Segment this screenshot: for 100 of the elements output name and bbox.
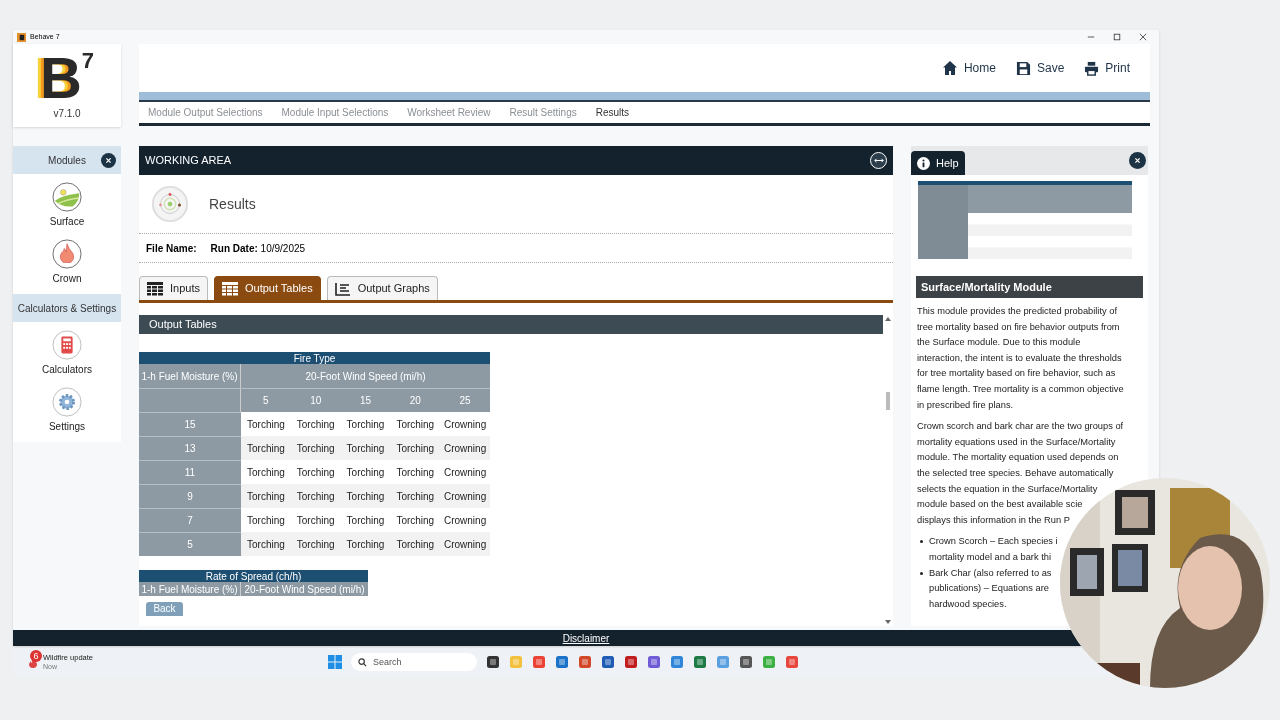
help-heading: Surface/Mortality Module <box>916 276 1143 298</box>
table-cell-text: Torching <box>345 417 386 432</box>
table-cell-text: Torching <box>345 441 386 456</box>
module-button[interactable]: Calculators <box>42 330 92 377</box>
expand-button[interactable] <box>870 152 887 169</box>
table-cell-text: Torching <box>295 417 336 432</box>
bullet-icon <box>920 540 923 544</box>
info-icon <box>917 156 930 170</box>
app-icon <box>716 655 730 669</box>
help-text-line: interaction, the intent is to evaluate the thresholds <box>917 351 1123 365</box>
help-text-line: mortality model and a bark thi <box>929 550 1052 564</box>
column-header: 20-Foot Wind Speed (mi/h) <box>241 582 368 596</box>
column-header: 1-h Fuel Moisture (%) <box>139 582 241 596</box>
app-icon <box>647 655 661 669</box>
table-cell-text: Torching <box>295 441 336 456</box>
table-cell-text: Crowning <box>442 417 488 432</box>
home-button[interactable]: Home <box>941 59 996 77</box>
home-icon <box>941 60 958 76</box>
table-cell-text: Torching <box>246 537 286 552</box>
table-cell-text: Torching <box>295 489 336 504</box>
version-label: v7.1.0 <box>53 107 81 121</box>
app-icon <box>532 655 546 669</box>
table-cell-text: Crowning <box>442 489 488 504</box>
help-text-line: module. The mortality equation used depends on <box>917 451 1120 465</box>
tab[interactable]: Output Graphs <box>326 276 438 300</box>
table-cell-text: Torching <box>345 465 386 480</box>
table-cell-text: Torching <box>246 513 286 528</box>
table-cell-text: Crowning <box>442 465 488 480</box>
help-text-line: for tree mortality based on fire behavior, such as <box>917 367 1117 381</box>
row-header: 9 <box>139 484 241 508</box>
table-cell-text: Torching <box>395 417 436 432</box>
module-button[interactable]: Crown <box>52 239 82 286</box>
step-link[interactable]: Result Settings <box>509 105 577 120</box>
table-cell-text: Crowning <box>442 537 488 552</box>
gear-icon <box>52 387 82 417</box>
help-text-line: flame length. Tree mortality is a common objective <box>917 382 1125 396</box>
help-text-line: the Surface module. Due to this module <box>917 336 1082 350</box>
table-cell-text: Torching <box>295 513 336 528</box>
app-icon <box>624 655 638 669</box>
table-cell-text: Torching <box>395 441 436 456</box>
app-icon <box>785 655 799 669</box>
notification-badge: 6 <box>30 650 42 662</box>
app-icon <box>693 655 707 669</box>
table-cell-text: Torching <box>246 465 286 480</box>
close-button[interactable] <box>1129 152 1146 169</box>
help-text-line: the selected tree species. Behave automatically <box>917 466 1115 480</box>
search-field[interactable]: Search <box>351 653 477 671</box>
table-cell-text: Crowning <box>442 441 488 456</box>
row-header: 15 <box>139 412 241 436</box>
step-link[interactable]: Module Input Selections <box>281 105 389 120</box>
app-icon <box>578 655 592 669</box>
table-title-cell: Fire Type <box>139 352 490 364</box>
column-header: 15 <box>340 389 391 412</box>
tab[interactable]: Output Tables <box>213 276 321 300</box>
tab[interactable]: Inputs <box>139 276 208 300</box>
close-icon <box>1139 33 1147 41</box>
minimize-icon <box>1087 33 1095 41</box>
row-header: 7 <box>139 508 241 532</box>
table-cell-text: Torching <box>395 537 436 552</box>
double-arrow-icon <box>873 157 884 164</box>
app-icon <box>601 655 615 669</box>
app-icon <box>555 655 569 669</box>
calculator-icon <box>52 330 82 360</box>
table-cell-text: Torching <box>345 537 386 552</box>
column-header: 20 <box>390 389 441 412</box>
table-cell-text: Crowning <box>442 513 488 528</box>
section-title: Modules <box>48 153 86 168</box>
help-text-line: displays this information in the Run P <box>917 513 1071 527</box>
app-icon <box>762 655 776 669</box>
close-button[interactable] <box>101 152 116 168</box>
help-text-line: module based on the best available scie <box>917 498 1084 512</box>
module-button[interactable]: Settings <box>48 387 86 434</box>
column-header: 5 <box>241 389 291 412</box>
scrollbar[interactable] <box>883 315 893 626</box>
scroll-down-icon <box>885 620 891 624</box>
help-text-line: This module provides the predicted probability of <box>917 305 1118 318</box>
table-cell-text: Torching <box>246 489 286 504</box>
app-icon <box>17 32 26 42</box>
section-title: Output Tables <box>149 317 217 333</box>
close-icon <box>105 156 112 164</box>
print-button[interactable]: Print <box>1084 59 1130 77</box>
help-text-line: mortality equations used in the Surface/Mortality <box>917 435 1117 449</box>
table-title-cell: Rate of Spread (ch/h) <box>139 570 368 582</box>
app-icon <box>486 655 500 669</box>
help-text-line: tree mortality based on fire behavior outputs from <box>917 320 1121 334</box>
column-header: 25 <box>440 389 490 412</box>
bullet-icon <box>920 571 923 575</box>
printer-icon <box>1084 60 1100 76</box>
step-link[interactable]: Worksheet Review <box>407 105 491 120</box>
help-text-line: publications) – Equations are <box>929 582 1050 596</box>
row-header: 5 <box>139 532 241 556</box>
step-link[interactable]: Results <box>595 105 630 120</box>
disclaimer-link[interactable]: Disclaimer <box>562 630 610 646</box>
start-icon <box>328 655 342 669</box>
save-button[interactable]: Save <box>1015 59 1065 77</box>
module-button[interactable]: Surface <box>49 182 85 229</box>
help-text-line: Bark Char (also referred to as <box>929 566 1052 580</box>
logo-letter: B <box>39 50 82 106</box>
row-header: 11 <box>139 460 241 484</box>
search-icon <box>358 657 367 667</box>
